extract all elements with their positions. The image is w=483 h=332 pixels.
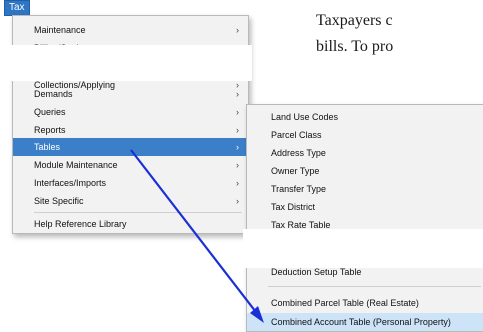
- chevron-right-icon: ›: [236, 178, 239, 188]
- tax-menu-tab[interactable]: Tax: [4, 0, 30, 16]
- chevron-right-icon: ›: [236, 89, 239, 99]
- submenu-item-parcel-class[interactable]: Parcel Class: [247, 126, 483, 144]
- chevron-right-icon: ›: [236, 125, 239, 135]
- torn-edge: [243, 229, 483, 262]
- menu-separator: [34, 212, 242, 213]
- submenu-item-owner-type[interactable]: Owner Type: [247, 162, 483, 180]
- torn-edge: [243, 259, 483, 268]
- menu-item-label: Interfaces/Imports: [34, 178, 107, 188]
- submenu-item-land-use-codes[interactable]: Land Use Codes: [247, 108, 483, 126]
- menu-item-reports[interactable]: Reports ›: [13, 121, 248, 139]
- submenu-item-label: Parcel Class: [271, 130, 322, 140]
- menu-item-label: Maintenance: [34, 25, 86, 35]
- chevron-right-icon: ›: [236, 196, 239, 206]
- menu-item-site-specific[interactable]: Site Specific ›: [13, 192, 248, 210]
- chevron-right-icon: ›: [236, 25, 239, 35]
- submenu-item-transfer-type[interactable]: Transfer Type: [247, 180, 483, 198]
- submenu-item-combined-account-table[interactable]: Combined Account Table (Personal Propert…: [247, 313, 483, 331]
- chevron-right-icon: ›: [236, 142, 239, 152]
- menu-item-demands[interactable]: Demands ›: [13, 85, 248, 103]
- submenu-item-address-type[interactable]: Address Type: [247, 144, 483, 162]
- submenu-item-label: Tax District: [271, 202, 316, 212]
- menu-item-label: Site Specific: [34, 196, 84, 206]
- menu-item-maintenance[interactable]: Maintenance ›: [13, 21, 248, 39]
- menu-item-module-maintenance[interactable]: Module Maintenance ›: [13, 156, 248, 174]
- submenu-item-tax-district[interactable]: Tax District: [247, 198, 483, 216]
- menu-item-label: Queries: [34, 107, 66, 117]
- chevron-right-icon: ›: [236, 107, 239, 117]
- menu-item-label: Demands: [34, 89, 73, 99]
- menu-item-label: Module Maintenance: [34, 160, 118, 170]
- submenu-item-label: Combined Parcel Table (Real Estate): [271, 298, 419, 308]
- torn-edge: [9, 45, 252, 75]
- menu-item-label: Reports: [34, 125, 66, 135]
- submenu-item-label: Land Use Codes: [271, 112, 339, 122]
- document-line-2: bills. To pro: [316, 38, 394, 55]
- menu-item-label: Help Reference Library: [34, 219, 127, 229]
- document-text: Taxpayers c bills. To pro: [316, 8, 483, 60]
- submenu-item-combined-parcel-table[interactable]: Combined Parcel Table (Real Estate): [247, 294, 483, 312]
- menu-item-label: Tables: [34, 142, 61, 152]
- menu-item-queries[interactable]: Queries ›: [13, 103, 248, 121]
- menu-item-interfaces-imports[interactable]: Interfaces/Imports ›: [13, 174, 248, 192]
- torn-edge: [9, 72, 252, 81]
- menu-item-help-reference-library[interactable]: Help Reference Library: [13, 215, 248, 233]
- tables-submenu: Land Use Codes Parcel Class Address Type…: [243, 104, 483, 332]
- menu-item-tables[interactable]: Tables ›: [13, 138, 248, 156]
- submenu-item-label: Address Type: [271, 148, 326, 158]
- chevron-right-icon: ›: [236, 160, 239, 170]
- tax-menu: Maintenance › Billing/Settlement › Colle…: [9, 15, 252, 234]
- submenu-item-label: Transfer Type: [271, 184, 327, 194]
- submenu-item-label: Combined Account Table (Personal Propert…: [271, 317, 451, 327]
- menu-separator: [268, 286, 481, 287]
- submenu-item-label: Owner Type: [271, 166, 320, 176]
- document-line-1: Taxpayers c: [316, 12, 393, 29]
